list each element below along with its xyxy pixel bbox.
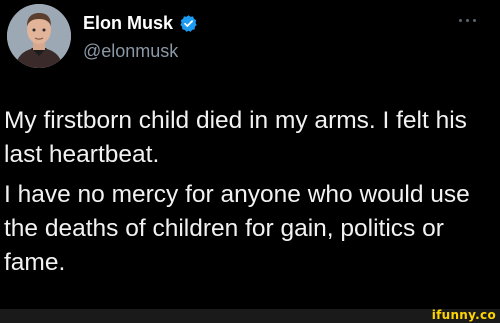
tweet-paragraph: I have no mercy for anyone who would use… xyxy=(4,181,470,276)
avatar-image xyxy=(7,4,71,68)
author-handle[interactable]: @elonmusk xyxy=(83,40,178,62)
more-options-dot xyxy=(466,19,469,22)
verified-badge-icon xyxy=(180,14,197,32)
author-display-name[interactable]: Elon Musk xyxy=(83,12,173,34)
author-name-row: Elon Musk xyxy=(83,12,198,34)
watermark-bar xyxy=(0,309,500,323)
tweet-paragraph: My firstborn child died in my arms. I fe… xyxy=(4,107,467,168)
profile-avatar[interactable] xyxy=(7,4,71,68)
tweet-text: My firstborn child died in my arms. I fe… xyxy=(4,104,494,280)
more-options-dot xyxy=(473,19,476,22)
more-options-icon[interactable] xyxy=(457,16,479,26)
ifunny-watermark: ifunny.co xyxy=(431,308,496,322)
more-options-dot xyxy=(459,19,462,22)
